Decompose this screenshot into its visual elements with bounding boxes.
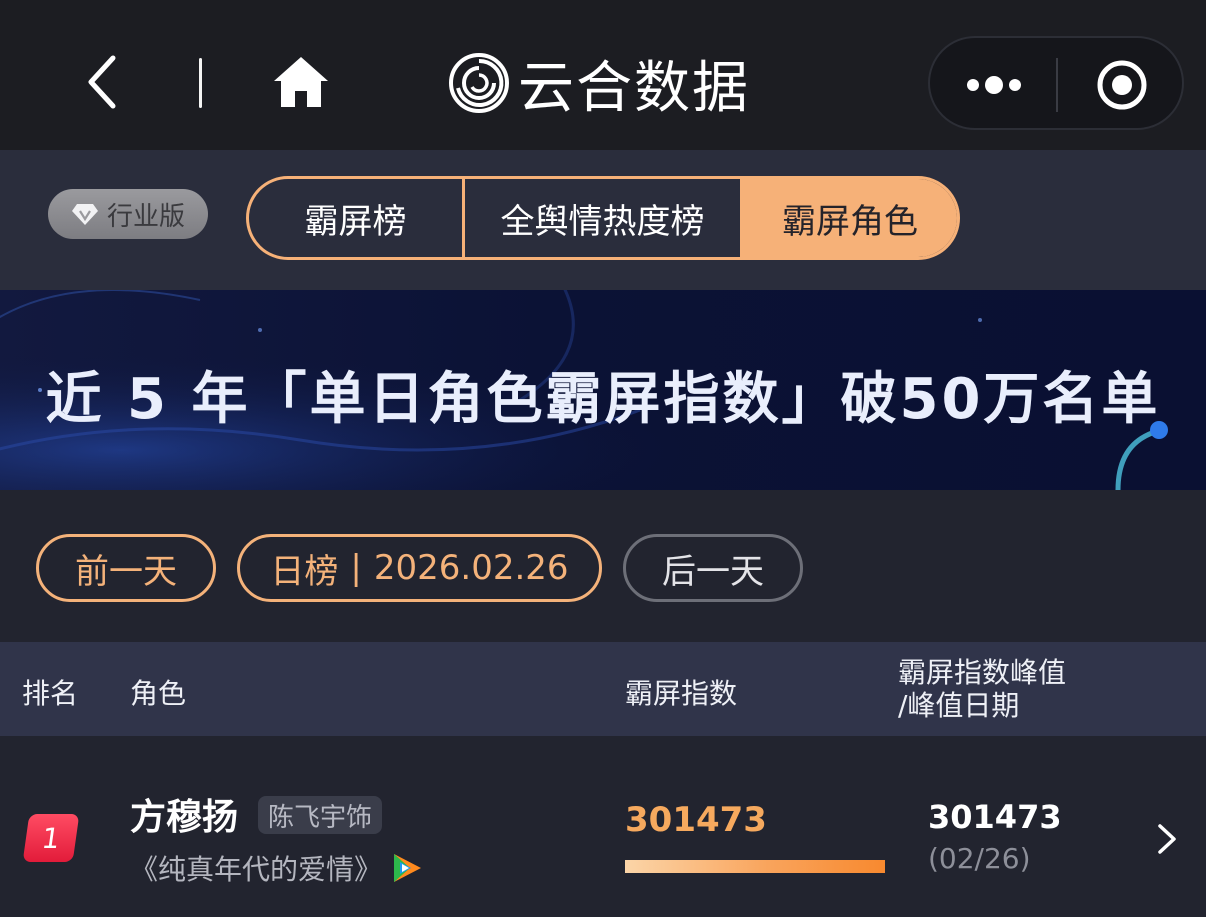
baping-index-value: 301473	[625, 800, 767, 840]
brand: 云合数据	[448, 48, 750, 121]
edition-label: 行业版	[106, 201, 185, 232]
header-peak: 霸屏指数峰值 /峰值日期	[898, 656, 1066, 722]
role-name: 方穆扬	[130, 797, 239, 838]
header-baping-index: 霸屏指数	[625, 677, 738, 710]
more-dots-icon	[967, 76, 1021, 94]
actor-tag: 陈飞宇饰	[258, 796, 383, 834]
chart-tab-group: 霸屏榜 全舆情热度榜 霸屏角色	[246, 176, 960, 260]
capsule-divider	[1056, 58, 1058, 112]
peak-date: (02/26)	[928, 842, 1031, 875]
header-role: 角色	[130, 677, 187, 710]
brand-logo-icon	[449, 53, 509, 113]
tab-bapingbang[interactable]: 霸屏榜	[249, 179, 465, 257]
tab-baping-roles[interactable]: 霸屏角色	[743, 179, 957, 257]
mini-program-capsule	[928, 36, 1184, 130]
header-rank: 排名	[22, 677, 79, 710]
peak-index-value: 301473	[928, 798, 1062, 836]
home-button[interactable]	[268, 50, 334, 114]
next-day-button[interactable]: 后一天	[623, 534, 803, 602]
baping-index-bar	[625, 860, 885, 873]
tab-public-opinion-heat[interactable]: 全舆情热度榜	[465, 179, 743, 257]
chart-type-label: 日榜	[270, 551, 339, 592]
edition-badge[interactable]: 行业版	[48, 189, 208, 239]
table-row[interactable]: 1 方穆扬 陈飞宇饰 《纯真年代的爱情》 301473 301473 (02/2…	[0, 736, 1206, 917]
home-icon	[274, 57, 328, 107]
date-navigation: 前一天 日榜 | 2026.02.26 后一天	[0, 490, 1206, 642]
target-close-icon	[1097, 60, 1147, 110]
back-button[interactable]	[72, 50, 132, 114]
table-header: 排名 角色 霸屏指数 霸屏指数峰值 /峰值日期	[0, 642, 1206, 736]
tabs-row: 行业版 霸屏榜 全舆情热度榜 霸屏角色	[0, 150, 1206, 290]
chevron-right-icon	[1158, 824, 1176, 854]
more-button[interactable]	[962, 58, 1026, 112]
previous-day-button[interactable]: 前一天	[36, 534, 216, 602]
drama-title[interactable]: 《纯真年代的爱情》	[130, 848, 382, 888]
current-date: 2026.02.26	[373, 548, 569, 588]
promo-banner[interactable]: 近 5 年「单日角色霸屏指数」破50万名单	[0, 290, 1206, 490]
rank-number: 1	[39, 821, 63, 855]
tencent-video-icon	[394, 854, 421, 882]
top-nav-bar: 云合数据	[0, 0, 1206, 150]
rank-badge: 1	[22, 814, 80, 862]
header-peak-line2: /峰值日期	[898, 689, 1020, 722]
banner-headline: 近 5 年「单日角色霸屏指数」破50万名单	[45, 367, 1161, 432]
brand-name: 云合数据	[518, 55, 750, 121]
baping-index-bar-fill	[625, 860, 885, 873]
diamond-icon	[71, 204, 98, 225]
close-button[interactable]	[1092, 56, 1152, 114]
header-peak-line1: 霸屏指数峰值	[898, 656, 1067, 689]
date-selector[interactable]: 日榜 | 2026.02.26	[237, 534, 602, 602]
chevron-left-icon	[88, 55, 116, 109]
separator: |	[350, 548, 362, 588]
nav-divider	[199, 58, 202, 108]
